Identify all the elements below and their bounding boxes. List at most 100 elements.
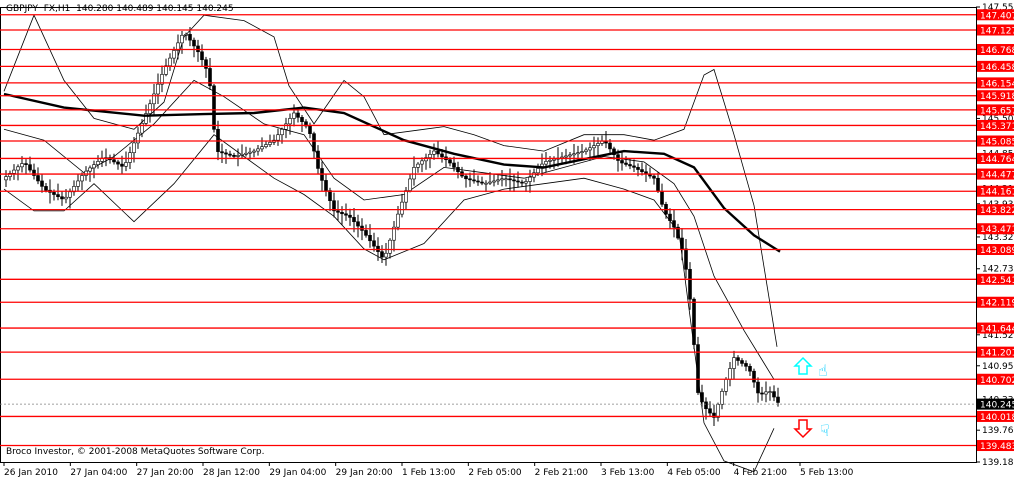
candle-body [140, 123, 144, 134]
copyright-label: Broco Investor, © 2001-2008 MetaQuotes S… [6, 447, 265, 457]
timeframe-label: FX,H1 [43, 4, 71, 14]
candle-body [296, 112, 300, 118]
candle-body [608, 142, 612, 150]
candle-body [88, 167, 92, 172]
candle-body [20, 163, 24, 168]
candle-body [128, 152, 132, 163]
candle-body [60, 196, 64, 200]
candle-body [452, 162, 456, 168]
candle-body [564, 155, 568, 158]
candle-body [476, 180, 480, 183]
candle-body [96, 161, 100, 165]
candle-body [220, 151, 224, 154]
price-chart: 147.550146.790146.145145.500144.855144.2… [0, 3, 1014, 478]
candle-body [552, 158, 556, 161]
level-label: 145.918 [980, 92, 1014, 102]
candle-body [348, 214, 352, 218]
candle-body [772, 391, 776, 398]
candle-body [236, 155, 240, 157]
y-tick-label: 139.180 [982, 458, 1014, 468]
candle-body [480, 181, 484, 184]
x-tick-label: 4 Feb 05:00 [667, 468, 721, 478]
candle-body [92, 164, 96, 169]
x-tick-label: 5 Feb 13:00 [800, 468, 854, 478]
candle-body [356, 221, 360, 227]
candle-body [44, 186, 48, 191]
candle-body [168, 57, 172, 67]
candle-body [204, 59, 208, 69]
candle-body [472, 179, 476, 182]
candle-body [124, 162, 128, 167]
candle-body [668, 213, 672, 221]
candle-body [340, 212, 344, 215]
candle-body [36, 175, 40, 182]
candle-body [660, 190, 664, 205]
chart-header: GBPJPY FX,H1 140.280 140.489 140.145 140… [6, 4, 234, 14]
candle-body [364, 230, 368, 236]
candle-body [684, 248, 688, 270]
level-label: 139.483 [980, 442, 1014, 452]
candle-body [596, 143, 600, 146]
candle-body [440, 153, 444, 158]
candle-body [76, 180, 80, 187]
candle-body [156, 83, 160, 95]
candle-body [516, 180, 520, 183]
candle-body [764, 391, 768, 395]
level-label: 146.458 [980, 63, 1014, 73]
candle-body [428, 154, 432, 158]
level-label: 146.154 [980, 79, 1014, 89]
level-label: 144.477 [980, 171, 1014, 181]
candle-body [260, 146, 264, 150]
candle-body [548, 159, 552, 162]
candle-body [120, 163, 124, 167]
candle-body [256, 148, 260, 152]
candle-body [504, 178, 508, 181]
candle-body [468, 178, 472, 181]
candle-body [636, 167, 640, 170]
y-tick-label: 139.765 [982, 426, 1014, 436]
candle-body [240, 154, 244, 156]
candle-body [412, 167, 416, 180]
candle-body [196, 45, 200, 53]
candle-body [652, 175, 656, 179]
current-price-label: 140.245 [980, 401, 1014, 411]
candle-body [316, 150, 320, 169]
candle-body [512, 179, 516, 182]
candle-body [384, 252, 388, 258]
candle-body [52, 192, 56, 195]
candle-body [672, 220, 676, 228]
candle-body [404, 190, 408, 203]
candle-body [32, 169, 36, 176]
candle-body [40, 180, 44, 187]
candle-body [164, 65, 168, 75]
candle-body [632, 165, 636, 168]
candle-body [680, 237, 684, 250]
candle-body [56, 194, 60, 198]
candle-body [524, 181, 528, 184]
level-label: 145.371 [980, 122, 1014, 132]
candle-body [224, 152, 228, 155]
x-tick-label: 26 Jan 2010 [4, 468, 58, 478]
level-label: 145.657 [980, 106, 1014, 116]
candle-body [232, 154, 236, 157]
level-label: 143.471 [980, 225, 1014, 235]
candle-body [704, 401, 708, 410]
candle-body [592, 145, 596, 149]
candle-body [408, 178, 412, 191]
candle-body [268, 142, 272, 145]
candle-body [456, 167, 460, 173]
candle-body [716, 404, 720, 418]
x-tick-label: 4 Feb 21:00 [734, 468, 788, 478]
level-label: 142.541 [980, 276, 1014, 286]
candle-body [368, 235, 372, 242]
candle-body [344, 213, 348, 216]
candle-body [708, 408, 712, 414]
candle-body [640, 169, 644, 173]
candle-body [84, 170, 88, 176]
candle-body [584, 149, 588, 152]
candle-body [292, 112, 296, 119]
candle-body [244, 152, 248, 155]
candle-body [300, 117, 304, 123]
candle-body [580, 151, 584, 153]
candle-body [200, 51, 204, 61]
